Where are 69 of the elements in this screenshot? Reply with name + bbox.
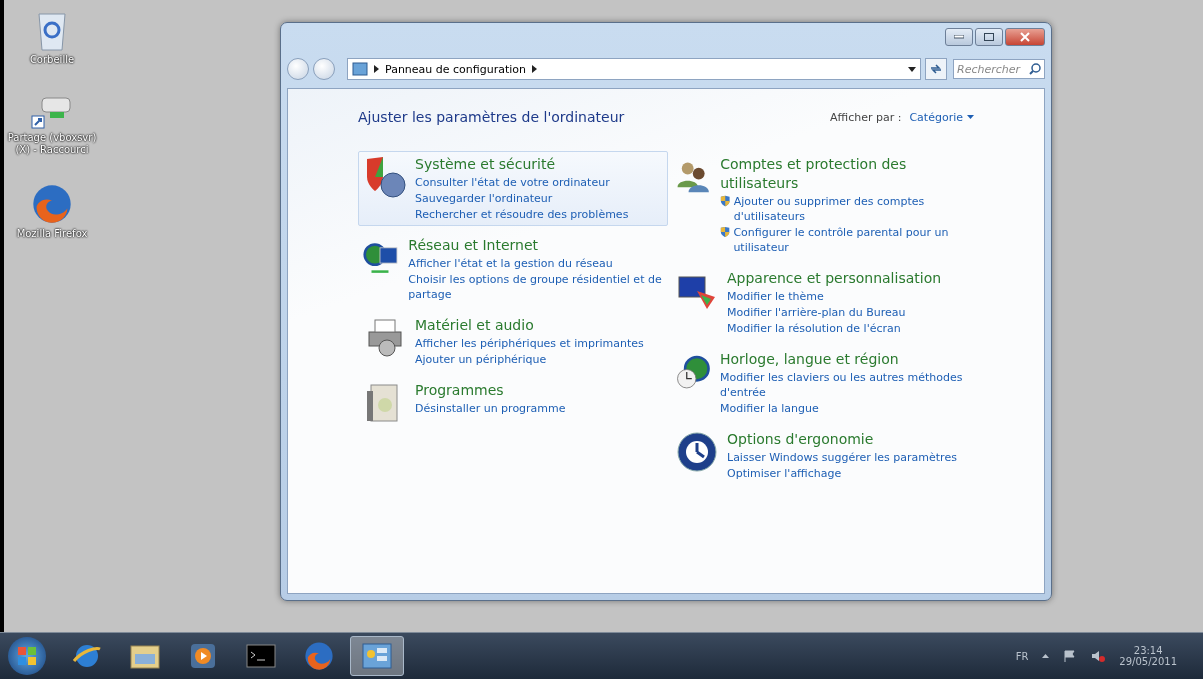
category-title[interactable]: Réseau et Internet	[408, 236, 539, 255]
category-title[interactable]: Système et sécurité	[415, 155, 556, 174]
minimize-icon	[954, 35, 964, 39]
category-item[interactable]: Réseau et Internet Afficher l'état et la gestion du réseau Choisir les options de groupe résidentiel et de partage	[358, 232, 668, 306]
category-title[interactable]: Apparence et personnalisation	[727, 269, 942, 288]
task-link[interactable]: Optimiser l'affichage	[727, 466, 842, 481]
category-title[interactable]: Options d'ergonomie	[727, 430, 874, 449]
close-button[interactable]	[1005, 28, 1045, 46]
category-item[interactable]: Apparence et personnalisation Modifier le thème Modifier l'arrière-plan du Bureau Modifier la résolution de l'écran	[670, 265, 970, 340]
task-link[interactable]: Modifier les claviers ou les autres méthodes d'entrée	[719, 370, 965, 400]
muted-speaker-icon[interactable]	[1091, 650, 1106, 663]
caret-icon	[967, 115, 974, 119]
maximize-button[interactable]	[975, 28, 1003, 46]
desktop-icon-label[interactable]: Corbeille	[29, 54, 75, 66]
chevron-right-icon	[374, 65, 379, 73]
breadcrumb[interactable]: Panneau de configuration	[385, 62, 526, 76]
page-heading: Ajuster les paramètres de l'ordinateur	[358, 109, 625, 125]
language-indicator[interactable]: FR	[1015, 650, 1029, 662]
task-link[interactable]: Afficher les périphériques et imprimantes	[415, 336, 644, 351]
category-item[interactable]: Options d'ergonomie Laisser Windows suggérer les paramètres Optimiser l'affichage	[670, 426, 970, 485]
search-icon	[1029, 63, 1041, 75]
maximize-icon	[984, 33, 994, 41]
category-item[interactable]: Programmes Désinstaller un programme	[358, 377, 668, 429]
flag-icon[interactable]	[1063, 650, 1078, 663]
task-link[interactable]: Choisir les options de groupe résidentiel et de partage	[408, 272, 663, 302]
view-by-dropdown[interactable]: Catégorie	[909, 110, 974, 124]
taskbar-app-button[interactable]	[350, 636, 404, 677]
refresh-button[interactable]	[925, 58, 947, 80]
uac-shield-icon	[720, 194, 731, 208]
search-field[interactable]: Rechercher	[953, 59, 1045, 79]
task-link[interactable]: Modifier l'arrière-plan du Bureau	[727, 305, 906, 320]
uac-shield-icon	[720, 225, 731, 239]
category-title[interactable]: Matériel et audio	[415, 316, 534, 335]
control-panel-icon	[361, 642, 393, 671]
caret-up-icon[interactable]	[1042, 654, 1050, 659]
desktop-icon-label[interactable]: Partage (vboxsvr) (X) - Raccourci	[6, 132, 98, 156]
clock[interactable]: 23:14 29/05/2011	[1119, 645, 1177, 668]
task-link[interactable]: Configurer le contrôle parental pour un utilisateur	[733, 225, 965, 255]
dropdown-arrow-icon[interactable]	[908, 66, 916, 72]
address-bar[interactable]: Panneau de configuration	[347, 58, 921, 80]
task-link[interactable]: Modifier la résolution de l'écran	[727, 321, 901, 336]
task-link[interactable]: Désinstaller un programme	[415, 401, 566, 416]
task-link[interactable]: Consulter l'état de votre ordinateur	[415, 175, 610, 190]
desktop-icon-label[interactable]: Mozilla Firefox	[16, 228, 88, 240]
category-item[interactable]: Comptes et protection des utilisateurs Ajouter ou supprimer des comptes d'utilisateurs Configurer le contrôle parental pour un utilisateur	[670, 151, 970, 259]
task-link[interactable]: Laisser Windows suggérer les paramètres	[727, 450, 957, 465]
refresh-icon	[929, 63, 943, 75]
category-title[interactable]: Horloge, langue et région	[719, 350, 899, 369]
category-item[interactable]: Horloge, langue et région Modifier les claviers ou les autres méthodes d'entrée Modifier la langue	[670, 346, 970, 420]
play-icon	[190, 643, 216, 670]
category-item[interactable]: Matériel et audio Afficher les périphériques et imprimantes Ajouter un périphérique	[358, 312, 668, 371]
close-icon	[1020, 32, 1030, 42]
category-title[interactable]: Comptes et protection des utilisateurs	[720, 155, 965, 193]
task-link[interactable]: Ajouter ou supprimer des comptes d'utilisateurs	[733, 194, 965, 224]
task-link[interactable]: Afficher l'état et la gestion du réseau	[408, 256, 613, 271]
control-panel-icon	[352, 62, 368, 76]
view-by-label: Afficher par :	[830, 110, 902, 124]
task-link[interactable]: Modifier la langue	[719, 401, 819, 416]
folder-icon	[129, 642, 161, 671]
task-link[interactable]: Modifier le thème	[727, 289, 824, 304]
windows-logo-icon	[17, 646, 37, 667]
task-link[interactable]: Sauvegarder l'ordinateur	[415, 191, 553, 206]
task-link[interactable]: Ajouter un périphérique	[415, 352, 547, 367]
category-title[interactable]: Programmes	[415, 381, 504, 400]
task-link[interactable]: Rechercher et résoudre des problèmes	[415, 207, 629, 222]
chevron-right-icon	[532, 65, 537, 73]
start-button[interactable]	[8, 637, 46, 676]
category-item[interactable]: Système et sécurité Consulter l'état de votre ordinateur Sauvegarder l'ordinateur Rechercher et résoudre des problèmes	[358, 151, 668, 226]
terminal-icon	[246, 644, 276, 669]
